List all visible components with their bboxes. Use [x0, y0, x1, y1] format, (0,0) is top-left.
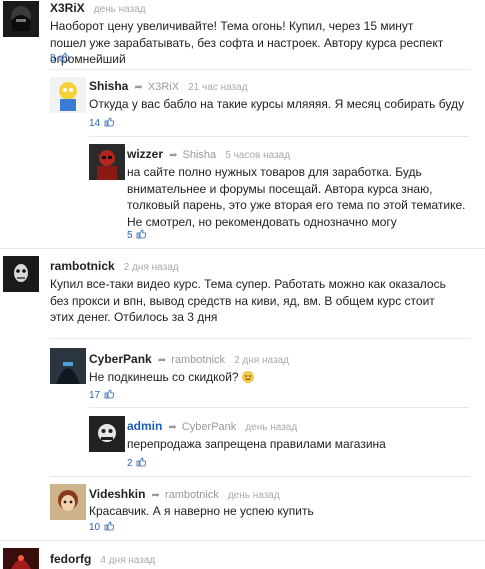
comment-author[interactable]: admin: [127, 419, 162, 433]
reply-to[interactable]: X3RiX: [148, 81, 179, 93]
like-count: 17: [89, 390, 101, 401]
comment-header: Videshkin ➦ rambotnick день назад: [89, 487, 280, 503]
comment-text: перепродажа запрещена правилами магазина: [127, 437, 386, 451]
avatar[interactable]: [50, 77, 86, 113]
comment-author[interactable]: fedorfg: [50, 552, 91, 566]
comment-text: Не подкинешь со скидкой?: [89, 369, 469, 386]
comment-header: wizzer ➦ Shisha 5 часов назад: [127, 147, 290, 163]
thumbs-up-icon: [136, 457, 147, 471]
divider: [0, 248, 485, 249]
comment-header: X3RiX день назад: [50, 1, 146, 17]
like-count: 2: [127, 458, 133, 469]
divider: [50, 338, 470, 339]
reply-arrow-icon: ➦: [169, 150, 178, 161]
divider: [0, 540, 485, 541]
thumbs-up-icon: [136, 229, 147, 243]
like-count: 8: [50, 53, 56, 64]
comment-text: на сайте полно нужных товаров для зарабо…: [127, 165, 466, 229]
reply-to[interactable]: Shisha: [183, 149, 217, 161]
avatar[interactable]: [3, 1, 39, 37]
comment-text: Откуда у вас бабло на такие курсы мляяяя…: [89, 97, 464, 111]
comment-author[interactable]: X3RiX: [50, 1, 85, 15]
like-button[interactable]: 8: [50, 52, 70, 66]
like-button[interactable]: 17: [89, 389, 115, 403]
avatar[interactable]: [50, 348, 86, 384]
divider: [89, 407, 469, 408]
like-button[interactable]: 14: [89, 117, 115, 131]
like-button[interactable]: 2: [127, 457, 147, 471]
comment-time: 21 час назад: [188, 82, 248, 93]
comment-header: Shisha ➦ X3RiX 21 час назад: [89, 79, 248, 95]
comment-author[interactable]: CyberPank: [89, 352, 152, 366]
avatar[interactable]: [89, 416, 125, 452]
comment-header: admin ➦ CyberPank день назад: [127, 419, 297, 435]
thumbs-up-icon: [104, 117, 115, 131]
comment-author[interactable]: rambotnick: [50, 259, 115, 273]
avatar[interactable]: [3, 256, 39, 292]
comment-header: CyberPank ➦ rambotnick 2 дня назад: [89, 352, 289, 368]
comment-text: Наоборот цену увеличивайте! Тема огонь! …: [50, 19, 444, 66]
comment-text-content: Не подкинешь со скидкой?: [89, 370, 239, 384]
smile-emoji-icon: [241, 371, 254, 383]
comment-time: день назад: [93, 4, 146, 15]
comment-author[interactable]: wizzer: [127, 147, 163, 161]
avatar[interactable]: [89, 144, 125, 180]
reply-arrow-icon: ➦: [157, 355, 167, 366]
reply-to[interactable]: rambotnick: [165, 489, 219, 501]
comment-text: Купил все-таки видео курс. Тема супер. Р…: [50, 277, 446, 324]
avatar[interactable]: [50, 484, 86, 520]
comment-header: fedorfg 4 дня назад: [50, 552, 155, 568]
comment-time: день назад: [227, 490, 280, 501]
divider: [89, 136, 469, 137]
like-button[interactable]: 5: [127, 229, 147, 243]
divider: [50, 476, 470, 477]
reply-arrow-icon: ➦: [151, 490, 160, 501]
comment-time: день назад: [245, 422, 298, 433]
comment-header: rambotnick 2 дня назад: [50, 259, 179, 275]
thumbs-up-icon: [59, 52, 70, 66]
avatar[interactable]: [3, 548, 39, 569]
like-count: 14: [89, 118, 101, 129]
thumbs-up-icon: [104, 521, 115, 535]
comment-author[interactable]: Shisha: [89, 79, 128, 93]
comment-text: Красавчик. А я наверно не успею купить: [89, 504, 314, 518]
reply-to[interactable]: CyberPank: [182, 421, 236, 433]
like-count: 5: [127, 230, 133, 241]
thumbs-up-icon: [104, 389, 115, 403]
like-button[interactable]: 10: [89, 521, 115, 535]
comment-time: 2 дня назад: [234, 355, 289, 366]
reply-to[interactable]: rambotnick: [171, 354, 225, 366]
comment-author[interactable]: Videshkin: [89, 487, 145, 501]
reply-arrow-icon: ➦: [168, 422, 177, 433]
reply-arrow-icon: ➦: [134, 82, 143, 93]
divider: [50, 69, 470, 70]
like-count: 10: [89, 522, 101, 533]
comment-time: 2 дня назад: [123, 262, 179, 273]
comment-time: 4 дня назад: [100, 555, 156, 566]
comment-time: 5 часов назад: [225, 150, 291, 161]
